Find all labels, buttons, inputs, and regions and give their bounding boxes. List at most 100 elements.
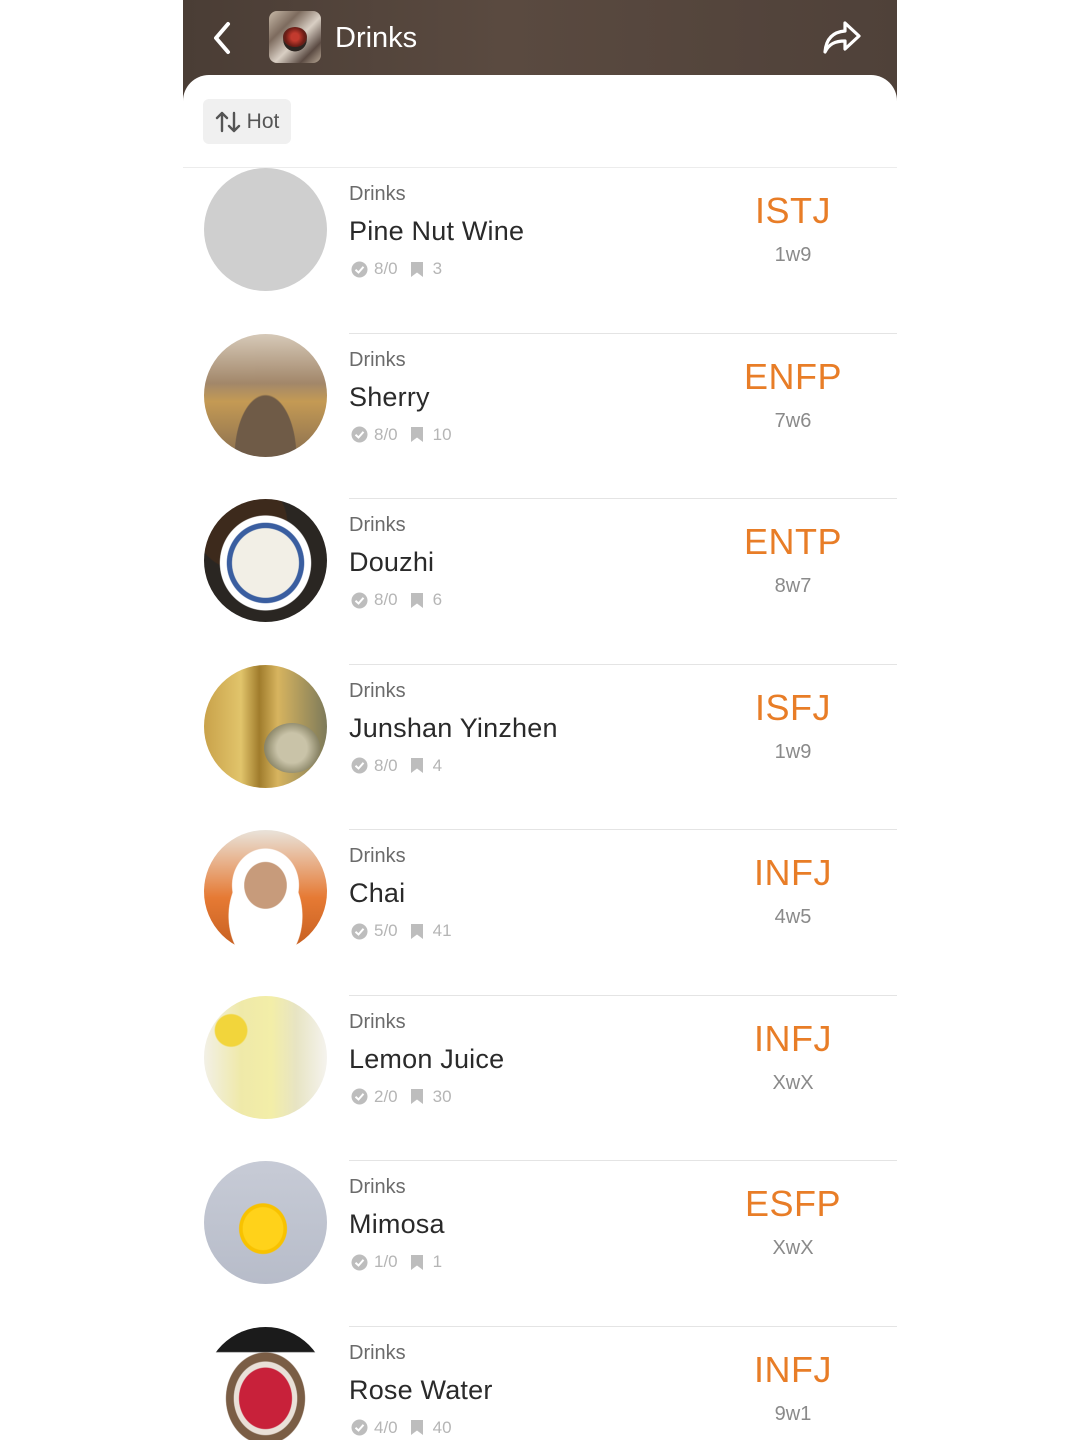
share-button[interactable]	[817, 14, 867, 62]
check-circle-icon	[351, 1254, 368, 1271]
list-item[interactable]: Drinks Junshan Yinzhen 8/0 4 ISFJ 1w9	[183, 664, 897, 830]
item-thumbnail	[204, 499, 327, 622]
bookmark-icon	[410, 1254, 427, 1271]
item-stats: 8/0 4	[351, 756, 442, 776]
item-stats: 2/0 30	[351, 1087, 452, 1107]
item-thumbnail	[204, 830, 327, 953]
list-item[interactable]: Drinks Sherry 8/0 10 ENFP 7w6	[183, 333, 897, 499]
vote-count: 1/0	[374, 1252, 398, 1271]
comment-count: 40	[432, 1417, 452, 1437]
list-item[interactable]: Drinks Douzhi 8/0 6 ENTP 8w7	[183, 499, 897, 665]
list-item[interactable]: Drinks Pine Nut Wine 8/0 3 ISTJ 1w9	[183, 168, 897, 334]
comment-count: 41	[432, 921, 452, 940]
comment-count: 3	[432, 259, 443, 278]
list-panel: Hot Drinks Pine Nut Wine 8/0 3 ISTJ 1w9	[183, 75, 897, 1440]
item-stats: 5/0 41	[351, 921, 452, 941]
bookmark-icon	[410, 1419, 427, 1436]
bookmark-icon	[410, 426, 427, 443]
list-item[interactable]: Drinks Lemon Juice 2/0 30 INFJ XwX	[183, 995, 897, 1161]
bookmark-icon	[410, 923, 427, 940]
item-thumbnail	[204, 1161, 327, 1284]
item-category: Drinks	[349, 679, 406, 702]
list-item[interactable]: Drinks Mimosa 1/0 1 ESFP XwX	[183, 1161, 897, 1327]
app-screen: Drinks Hot Drinks Pine Nut Wine 8/0 3 IS…	[183, 0, 897, 1440]
vote-count: 4/0	[374, 1417, 398, 1437]
mbti-type: ENTP	[743, 521, 842, 562]
list-item[interactable]: Drinks Chai 5/0 41 INFJ 4w5	[183, 830, 897, 996]
item-title: Pine Nut Wine	[349, 216, 525, 246]
enneagram-wing: 1w9	[774, 244, 812, 266]
bookmark-icon	[410, 592, 427, 609]
item-category: Drinks	[349, 348, 406, 371]
check-circle-icon	[351, 1419, 368, 1436]
vote-count: 2/0	[374, 1086, 398, 1106]
item-title: Mimosa	[349, 1209, 445, 1239]
group-avatar	[269, 11, 321, 63]
item-title: Sherry	[349, 381, 430, 412]
chevron-left-icon	[214, 22, 230, 54]
item-category: Drinks	[349, 514, 406, 536]
item-stats: 4/0 40	[351, 1418, 452, 1438]
sort-button[interactable]: Hot	[203, 99, 291, 144]
item-thumbnail	[204, 664, 327, 788]
comment-count: 6	[432, 590, 443, 609]
share-arrow-icon	[823, 21, 861, 54]
sort-label: Hot	[246, 109, 280, 133]
item-stats: 8/0 10	[351, 425, 452, 445]
item-thumbnail-placeholder	[204, 168, 327, 291]
mbti-type: INFJ	[754, 1348, 832, 1390]
check-circle-icon	[351, 592, 368, 609]
comment-count: 1	[432, 1252, 443, 1271]
item-category: Drinks	[349, 1176, 406, 1198]
mbti-type: ENFP	[743, 355, 842, 397]
item-title: Chai	[349, 878, 406, 908]
enneagram-wing: 1w9	[774, 740, 812, 763]
bookmark-icon	[410, 757, 427, 774]
item-category: Drinks	[349, 1341, 406, 1364]
item-title: Douzhi	[349, 547, 435, 577]
mbti-type: ISFJ	[754, 686, 831, 728]
item-stats: 8/0 6	[351, 590, 442, 610]
sort-arrows-icon	[215, 111, 240, 132]
mbti-type: ISTJ	[754, 190, 831, 231]
enneagram-wing: 9w1	[774, 1402, 812, 1425]
check-circle-icon	[351, 923, 368, 940]
page-title: Drinks	[335, 22, 418, 54]
check-circle-icon	[351, 757, 368, 774]
item-title: Junshan Yinzhen	[349, 712, 558, 743]
enneagram-wing: 7w6	[774, 409, 812, 432]
comment-count: 30	[432, 1086, 452, 1106]
back-button[interactable]	[199, 14, 247, 62]
enneagram-wing: 4w5	[774, 906, 812, 928]
vote-count: 8/0	[374, 755, 398, 775]
comment-count: 10	[432, 424, 452, 444]
enneagram-wing: XwX	[772, 1071, 814, 1094]
list-item[interactable]: Drinks Rose Water 4/0 40 INFJ 9w1	[183, 1326, 897, 1440]
item-stats: 8/0 3	[351, 259, 442, 279]
vote-count: 8/0	[374, 424, 398, 444]
check-circle-icon	[351, 1088, 368, 1105]
item-category: Drinks	[349, 183, 406, 205]
bookmark-icon	[410, 1088, 427, 1105]
vote-count: 5/0	[374, 921, 398, 940]
item-title: Lemon Juice	[349, 1043, 505, 1074]
check-circle-icon	[351, 261, 368, 278]
item-stats: 1/0 1	[351, 1252, 442, 1272]
vote-count: 8/0	[374, 590, 398, 609]
item-title: Rose Water	[349, 1374, 493, 1405]
item-thumbnail	[204, 995, 327, 1119]
item-thumbnail	[204, 333, 327, 457]
item-category: Drinks	[349, 845, 406, 867]
mbti-type: INFJ	[754, 852, 832, 893]
item-category: Drinks	[349, 1010, 406, 1033]
comment-count: 4	[432, 755, 443, 775]
enneagram-wing: XwX	[772, 1237, 814, 1259]
item-thumbnail	[204, 1326, 327, 1440]
enneagram-wing: 8w7	[774, 575, 812, 597]
vote-count: 8/0	[374, 259, 398, 278]
bookmark-icon	[410, 261, 427, 278]
drinks-list: Drinks Pine Nut Wine 8/0 3 ISTJ 1w9 Drin…	[183, 168, 897, 1440]
mbti-type: INFJ	[754, 1017, 832, 1059]
mbti-type: ESFP	[744, 1183, 842, 1224]
check-circle-icon	[351, 426, 368, 443]
